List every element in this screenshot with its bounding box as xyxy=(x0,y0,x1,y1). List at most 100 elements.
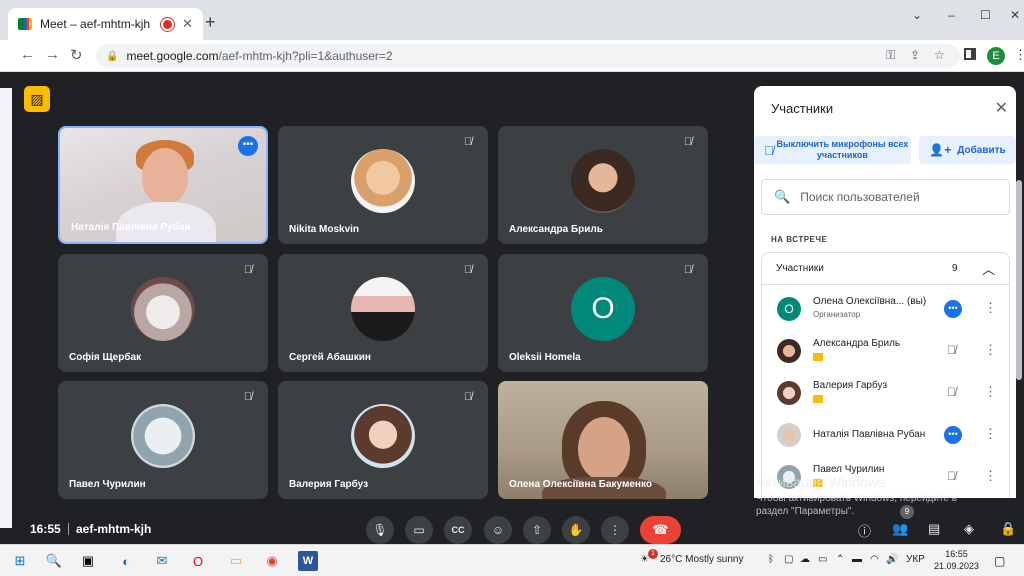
captions-badge-icon xyxy=(813,395,823,403)
participant-tile[interactable]: 🎙̸ Павел Чурилин xyxy=(58,381,268,499)
windows-activation-watermark: Активация Windows Чтобы активировать Win… xyxy=(756,474,957,518)
sidebar-icon[interactable] xyxy=(964,48,976,60)
language-indicator[interactable]: УКР xyxy=(906,554,925,565)
panel-scrollbar[interactable] xyxy=(1016,180,1022,380)
mic-off-icon: 🎙̸ xyxy=(243,391,253,403)
participant-tile[interactable]: Олена Олексіївна Бакуменко xyxy=(498,381,708,499)
windows-start-icon[interactable]: ⊞ xyxy=(10,551,30,571)
participants-list: Участники 9 ︿ O Олена Олексіївна... (вы)… xyxy=(761,252,1010,498)
opera-icon[interactable]: O xyxy=(188,551,208,571)
participant-menu-icon[interactable]: ⋮ xyxy=(984,342,997,358)
edge-icon[interactable]: ◐ xyxy=(116,551,136,571)
meet-favicon-icon xyxy=(18,18,32,30)
info-icon[interactable]: ⓘ xyxy=(858,521,871,540)
search-people-input[interactable]: 🔍 Поиск пользователей xyxy=(761,179,1010,215)
mic-off-icon[interactable]: 🎙̸ xyxy=(947,343,956,357)
bag-icon[interactable]: ▢ xyxy=(784,554,793,565)
back-icon[interactable]: ← xyxy=(20,46,35,63)
participant-menu-icon[interactable]: ⋮ xyxy=(984,468,997,484)
meet-tab[interactable]: Meet – aef-mhtm-kjh ✕ xyxy=(8,8,203,40)
meet-control-bar: 16:55 aef-mhtm-kjh 🎙 ▭ CC ☺ ⇧ ✋ ⋮ ☎ ⓘ 9 … xyxy=(0,505,1024,544)
end-call-button[interactable]: ☎ xyxy=(640,516,681,544)
close-window-button[interactable]: ✕ xyxy=(1010,8,1020,22)
participant-name: Олена Олексіївна... (вы) xyxy=(813,296,927,307)
forward-icon[interactable]: → xyxy=(45,46,60,63)
participant-name: Софія Щербак xyxy=(69,352,142,363)
participant-tile[interactable]: ••• Наталія Павлівна Рубан xyxy=(58,126,268,244)
minimize-button[interactable]: – xyxy=(948,8,955,22)
close-panel-icon[interactable]: ✕ xyxy=(995,98,1008,118)
cloud-icon[interactable]: ☁ xyxy=(800,554,810,565)
search-icon[interactable]: 🔍 xyxy=(44,551,64,571)
avatar xyxy=(777,423,801,447)
notifications-icon[interactable]: ▢ xyxy=(994,554,1005,568)
task-view-icon[interactable]: ▣ xyxy=(78,551,98,571)
participant-tile[interactable]: 🎙̸ Софія Щербак xyxy=(58,254,268,372)
chevron-up-icon[interactable]: ⌃ xyxy=(836,554,844,565)
mute-all-button[interactable]: 🎙̸ Выключить микрофоны всех участников xyxy=(754,136,911,164)
url-field[interactable]: 🔒 meet.google.com/aef-mhtm-kjh?pli=1&aut… xyxy=(96,44,960,68)
tab-search-button[interactable]: ⌄ xyxy=(912,8,922,22)
raise-hand-icon[interactable]: ✋ xyxy=(562,516,590,544)
maximize-button[interactable]: ☐ xyxy=(980,8,991,22)
lock-icon[interactable]: 🔒 xyxy=(106,51,118,62)
weather-text[interactable]: 26°C Mostly sunny xyxy=(660,554,743,565)
activities-icon[interactable]: ◈ xyxy=(964,521,974,537)
chevron-up-icon[interactable]: ︿ xyxy=(982,259,995,278)
display-icon[interactable]: ▭ xyxy=(818,554,827,565)
profile-avatar[interactable]: E xyxy=(987,47,1005,65)
wifi-icon[interactable]: ◠ xyxy=(870,554,879,565)
url-path: /aef-mhtm-kjh?pli=1&authuser=2 xyxy=(218,49,393,63)
participant-tile[interactable]: 🎙̸ Валерия Гарбуз xyxy=(278,381,488,499)
file-explorer-icon[interactable]: ▭ xyxy=(226,551,246,571)
mic-off-icon[interactable]: 🎙̸ xyxy=(947,385,956,399)
participant-tile[interactable]: 🎙̸ Александра Бриль xyxy=(498,126,708,244)
camera-icon[interactable]: ▭ xyxy=(405,516,433,544)
tab-close-icon[interactable]: ✕ xyxy=(182,16,193,32)
mail-icon[interactable]: ✉ xyxy=(152,551,172,571)
group-label: Участники xyxy=(776,263,824,274)
participant-menu-icon[interactable]: ⋮ xyxy=(984,384,997,400)
participants-panel: Участники ✕ 🎙̸ Выключить микрофоны всех … xyxy=(754,86,1016,498)
tile-more-icon[interactable]: ••• xyxy=(238,136,258,156)
participant-menu-icon[interactable]: ⋮ xyxy=(984,426,997,442)
mic-icon[interactable]: 🎙 xyxy=(366,516,394,544)
participants-group-header[interactable]: Участники 9 ︿ xyxy=(762,253,1009,285)
taskbar-clock[interactable]: 16:55 21.09.2023 xyxy=(934,548,979,572)
participant-role: Организатор xyxy=(813,310,861,319)
chat-icon[interactable]: ▤ xyxy=(928,521,940,537)
captions-icon[interactable]: CC xyxy=(444,516,472,544)
share-icon[interactable]: ⇪ xyxy=(910,48,920,62)
emoji-icon[interactable]: ☺ xyxy=(484,516,512,544)
group-count: 9 xyxy=(952,263,958,274)
avatar: O xyxy=(777,297,801,321)
present-icon[interactable]: ⇧ xyxy=(523,516,551,544)
participant-menu-icon[interactable]: ⋮ xyxy=(984,300,997,316)
taskbar-time: 16:55 xyxy=(945,549,968,559)
captions-off-icon[interactable]: ▨ xyxy=(24,86,50,112)
participant-tile[interactable]: 🎙̸ Nikita Moskvin xyxy=(278,126,488,244)
people-icon[interactable]: 👥 xyxy=(892,521,908,537)
volume-icon[interactable]: 🔊 xyxy=(886,554,898,565)
bluetooth-icon[interactable]: ᛒ xyxy=(768,554,774,565)
star-icon[interactable]: ☆ xyxy=(934,48,945,62)
participant-more-icon[interactable]: ••• xyxy=(944,426,962,444)
participant-tile[interactable]: 🎙̸ Сергей Абашкин xyxy=(278,254,488,372)
new-tab-button[interactable]: + xyxy=(205,12,216,33)
more-options-icon[interactable]: ⋮ xyxy=(601,516,629,544)
host-controls-icon[interactable]: 🔒 xyxy=(1000,521,1016,537)
people-count-badge: 9 xyxy=(900,505,914,519)
browser-menu-icon[interactable]: ⋮ xyxy=(1014,47,1024,63)
list-item: O Олена Олексіївна... (вы) Организатор •… xyxy=(762,289,1009,331)
avatar xyxy=(777,381,801,405)
participant-tile[interactable]: 🎙̸ O Oleksii Homela xyxy=(498,254,708,372)
battery-icon[interactable]: ▬ xyxy=(852,554,862,565)
search-placeholder: Поиск пользователей xyxy=(800,190,920,204)
mic-off-icon: 🎙̸ xyxy=(463,136,473,148)
chrome-icon[interactable]: ◉ xyxy=(262,551,282,571)
reload-icon[interactable]: ↻ xyxy=(70,46,83,64)
participant-more-icon[interactable]: ••• xyxy=(944,300,962,318)
word-icon[interactable]: W xyxy=(298,551,318,571)
add-people-button[interactable]: 👤+ Добавить xyxy=(919,136,1016,164)
key-icon[interactable]: ⚿ xyxy=(886,48,895,63)
